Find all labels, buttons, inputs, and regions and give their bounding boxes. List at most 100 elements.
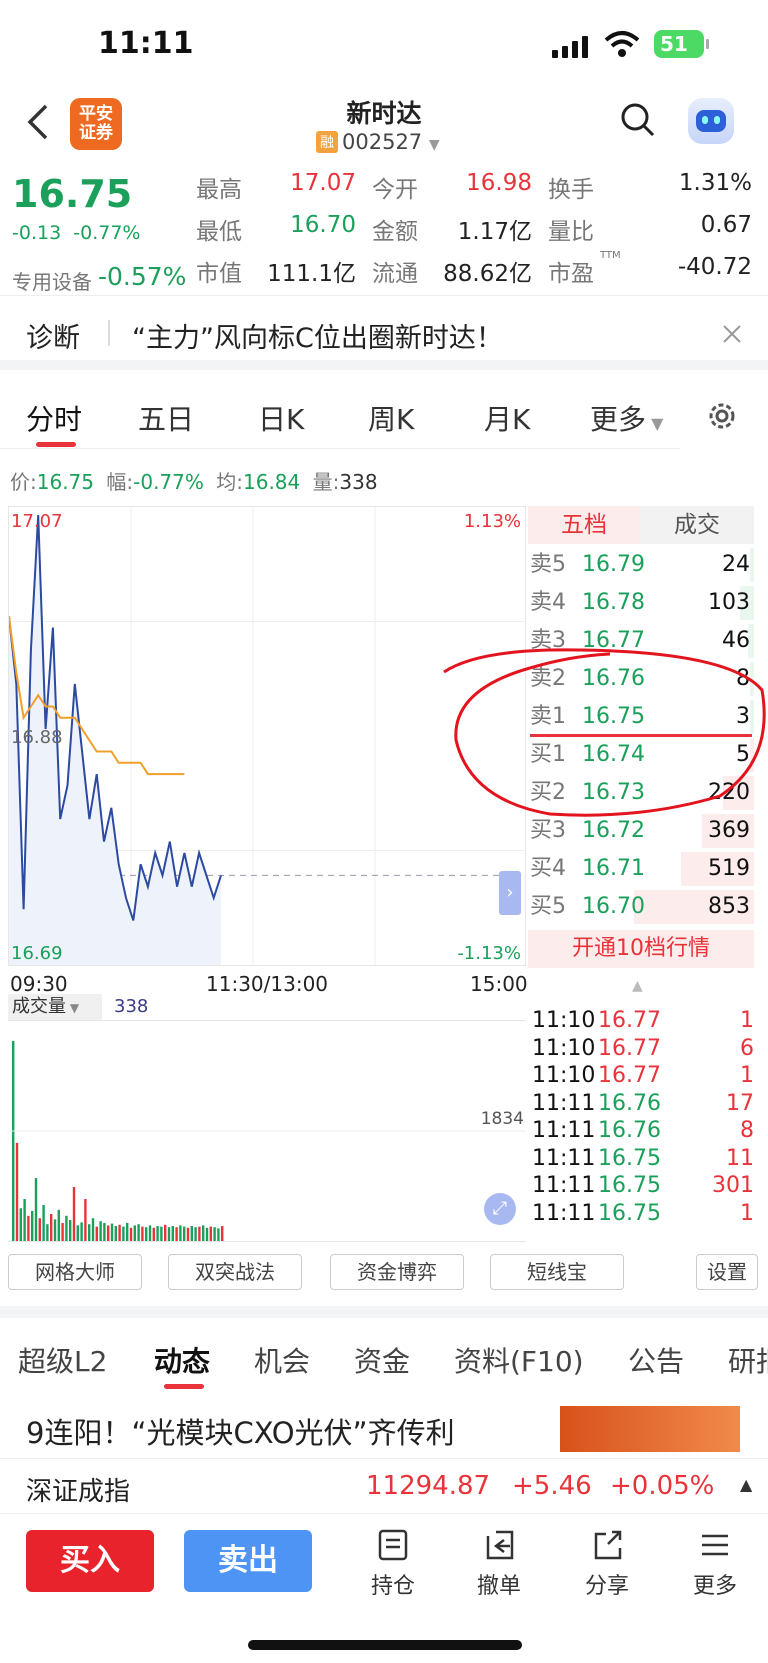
tab-more[interactable]: 更多 ▼ [590, 398, 663, 438]
trade-row: 11:11 16.75 11 [532, 1144, 754, 1173]
bid-row[interactable]: 买3 16.72 369 [528, 812, 754, 850]
battery-icon: 51 [654, 30, 709, 58]
short-line-button[interactable]: 短线宝 [490, 1254, 624, 1290]
ask-row[interactable]: 卖2 16.76 8 [528, 660, 754, 698]
quote-value: 16.98 [466, 170, 532, 196]
volume-depth-bar [750, 662, 754, 696]
expand-up-icon[interactable]: ▲ [740, 1475, 752, 1494]
trade-volume: 301 [712, 1173, 754, 1198]
ask-row[interactable]: 卖5 16.79 24 [528, 546, 754, 584]
trade-price: 16.77 [598, 1035, 661, 1061]
news-item[interactable]: 9连阳！“光模块CXO光伏”齐传利 [0, 1400, 768, 1455]
tab-daily-k[interactable]: 日K [258, 398, 304, 438]
tab-intraday[interactable]: 分时 [26, 398, 82, 438]
bid-row[interactable]: 买2 16.73 220 [528, 774, 754, 812]
level-volume: 8 [736, 666, 750, 691]
sell-button[interactable]: 卖出 [184, 1530, 312, 1592]
volume-bar [84, 1199, 87, 1241]
ask-row[interactable]: 卖3 16.77 46 [528, 622, 754, 660]
stock-code-selector[interactable]: 融 002527 ▼ [316, 130, 440, 154]
volume-bar [42, 1205, 45, 1241]
tab-f10[interactable]: 资料(F10) [454, 1340, 584, 1380]
volume-selector[interactable]: 成交量 ▼ [8, 994, 102, 1020]
volume-bar [38, 1218, 41, 1241]
grid-master-button[interactable]: 网格大师 [8, 1254, 142, 1290]
tab-announcements[interactable]: 公告 [628, 1340, 684, 1380]
tab-weekly-k[interactable]: 周K [368, 398, 414, 438]
trade-time: 11:10 [532, 1008, 596, 1033]
scroll-up-icon[interactable]: ▲ [632, 978, 643, 994]
divider [108, 320, 110, 346]
quote-panel: 16.75 -0.13 -0.77% 专用设备 -0.57% 最高 17.07 今开… [0, 166, 768, 296]
tools-settings-button[interactable]: 设置 [696, 1254, 758, 1290]
quote-label: 量比 [548, 219, 594, 245]
trade-row: 11:11 16.76 17 [532, 1089, 754, 1118]
tab-trades[interactable]: 成交 [640, 506, 754, 544]
pct-high-label: 1.13% [463, 511, 521, 532]
volume-bar [15, 1142, 19, 1241]
pct-low-label: -1.13% [457, 943, 521, 964]
double-breakout-button[interactable]: 双突战法 [168, 1254, 302, 1290]
level-volume: 369 [708, 818, 750, 843]
expand-arrow-icon[interactable]: › [499, 871, 521, 915]
caret-down-icon: ▼ [428, 137, 440, 153]
settings-gear-icon[interactable] [706, 400, 738, 432]
upgrade-ten-levels-button[interactable]: 开通10档行情 [528, 930, 754, 968]
volume-bar [148, 1225, 152, 1241]
trade-volume: 1 [740, 1008, 754, 1033]
search-icon[interactable] [620, 102, 656, 138]
last-price: 16.75 [12, 172, 133, 216]
volume-bar [126, 1223, 129, 1241]
buy-button[interactable]: 买入 [26, 1530, 154, 1592]
capital-game-button[interactable]: 资金博弈 [330, 1254, 464, 1290]
index-change-pct: +0.05% [610, 1471, 715, 1501]
index-ticker[interactable]: 深证成指 11294.87 +5.46 +0.05% ▲ [0, 1458, 768, 1514]
volume-bar [53, 1219, 57, 1241]
section-tabs: 超级L2 动态 机会 资金 资料(F10) 公告 研报 [0, 1306, 768, 1389]
volume-bar [76, 1225, 79, 1241]
y-low-label: 16.69 [11, 943, 63, 964]
volume-bar [167, 1227, 171, 1241]
ask-row[interactable]: 卖1 16.75 3 [528, 698, 754, 736]
volume-bar [221, 1226, 224, 1241]
intraday-chart[interactable]: 17.07 1.13% 16.88 16.69 -1.13% › [8, 506, 526, 966]
trade-time: 11:11 [532, 1173, 596, 1198]
tab-funds[interactable]: 资金 [354, 1340, 410, 1380]
quote-value: 1.31% [678, 170, 752, 196]
tab-monthly-k[interactable]: 月K [484, 398, 530, 438]
active-section-indicator [164, 1384, 204, 1389]
positions-button[interactable]: 持仓 [358, 1528, 428, 1600]
bid-row[interactable]: 买4 16.71 519 [528, 850, 754, 888]
volume-bar [198, 1226, 201, 1241]
tab-five-levels[interactable]: 五档 [528, 506, 640, 544]
tab-dynamics[interactable]: 动态 [154, 1340, 210, 1380]
diagnosis-text: “主力”风向标C位出圈新时达！ [132, 323, 503, 354]
share-button[interactable]: 分享 [572, 1528, 642, 1600]
sector-change: -0.57% [98, 262, 187, 291]
level-label: 卖4 [530, 590, 566, 615]
bid-row[interactable]: 买5 16.70 853 [528, 888, 754, 926]
volume-bar [118, 1224, 121, 1241]
level-label: 买4 [530, 856, 566, 881]
diagnosis-bar[interactable]: 诊断 “主力”风向标C位出圈新时达！ [0, 300, 768, 370]
bid-row[interactable]: 买1 16.74 5 [528, 736, 754, 774]
robot-assistant-icon[interactable] [688, 98, 734, 144]
sector-name[interactable]: 专用设备 [12, 266, 92, 295]
trade-volume: 1 [740, 1063, 754, 1088]
trade-time: 11:11 [532, 1145, 596, 1171]
cancel-order-button[interactable]: 撤单 [464, 1528, 534, 1600]
more-button[interactable]: 更多 [680, 1528, 750, 1600]
y-high-label: 17.07 [11, 511, 63, 532]
level-price: 16.71 [582, 856, 645, 881]
volume-bar [190, 1226, 193, 1241]
order-book: 五档 成交 卖5 16.79 24 卖4 16.78 103 卖3 16.77 46 卖2 16.7… [528, 506, 754, 968]
fullscreen-icon[interactable]: ⤢ [484, 1193, 516, 1225]
tab-five-day[interactable]: 五日 [138, 398, 194, 438]
close-icon[interactable] [722, 324, 742, 344]
ask-row[interactable]: 卖4 16.78 103 [528, 584, 754, 622]
ttm-superscript: TTM [600, 250, 621, 261]
tab-research[interactable]: 研报 [728, 1340, 768, 1380]
tab-opportunity[interactable]: 机会 [254, 1340, 310, 1380]
quote-value: 88.62亿 [443, 261, 532, 287]
tab-super-l2[interactable]: 超级L2 [18, 1340, 107, 1380]
